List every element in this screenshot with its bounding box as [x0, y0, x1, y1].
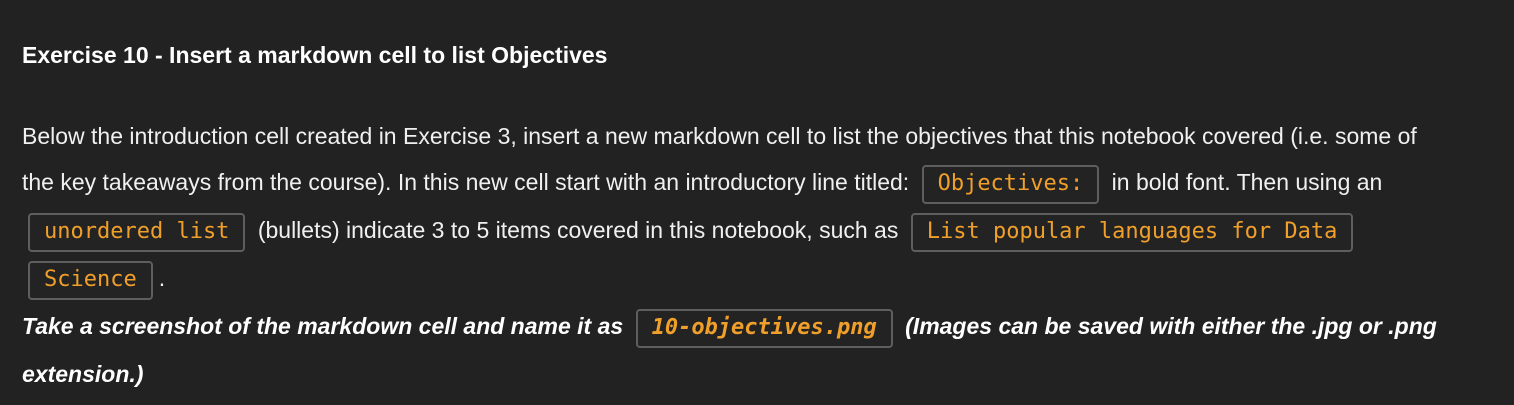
exercise-title: Exercise 10 - Insert a markdown cell to … [22, 42, 608, 68]
instruction-text-3: (bullets) indicate 3 to 5 items covered … [257, 217, 899, 243]
code-objectives: Objectives: [921, 165, 1100, 204]
instruction-text-4: . [158, 265, 166, 291]
markdown-cell: Exercise 10 - Insert a markdown cell to … [0, 0, 1514, 405]
instruction-text-2: in bold font. Then using an [1111, 169, 1383, 195]
screenshot-note-1: Take a screenshot of the markdown cell a… [22, 313, 624, 339]
code-filename: 10-objectives.png [635, 309, 893, 348]
code-unordered-list: unordered list [28, 213, 246, 252]
exercise-instructions: Below the introduction cell created in E… [22, 113, 1454, 397]
